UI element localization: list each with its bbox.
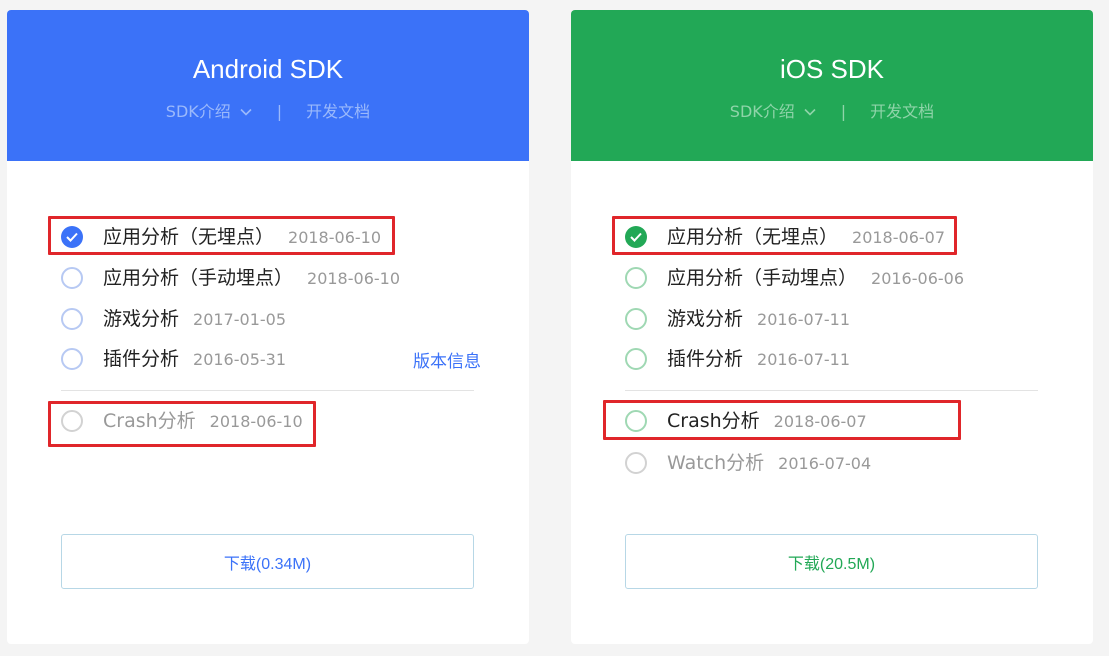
ios-option-crash[interactable]: Crash分析 2018-06-07: [625, 401, 1045, 441]
checkbox[interactable]: [625, 410, 647, 432]
checkbox-disabled[interactable]: [625, 452, 647, 474]
option-date: 2018-06-10: [288, 227, 381, 247]
checkbox[interactable]: [61, 308, 83, 330]
option-label: 插件分析: [103, 348, 180, 370]
option-label: 插件分析: [667, 348, 744, 370]
android-card-nav: SDK介绍 | 开发文档: [7, 100, 529, 124]
option-label: Crash分析: [667, 410, 760, 432]
ios-card-header: iOS SDK SDK介绍 | 开发文档: [571, 10, 1093, 161]
option-date: 2017-01-05: [193, 309, 286, 329]
version-info-link[interactable]: 版本信息: [413, 347, 481, 372]
option-label: Watch分析: [667, 452, 765, 474]
option-date: 2016-07-11: [757, 349, 850, 369]
option-date: 2018-06-07: [852, 227, 945, 247]
checkbox-checked[interactable]: [61, 226, 83, 248]
divider: [625, 390, 1038, 391]
option-label: 游戏分析: [667, 308, 744, 330]
android-download-button[interactable]: 下载(0.34M): [61, 534, 474, 589]
android-card-header: Android SDK SDK介绍 | 开发文档: [7, 10, 529, 161]
option-date: 2016-07-04: [778, 453, 872, 473]
option-label: 游戏分析: [103, 308, 180, 330]
option-date: 2018-06-10: [307, 268, 400, 288]
chevron-down-icon: [804, 108, 816, 116]
chevron-down-icon: [240, 108, 252, 116]
android-sdk-intro-dropdown[interactable]: SDK介绍: [166, 100, 253, 124]
android-option-manual-track[interactable]: 应用分析（手动埋点） 2018-06-10: [61, 258, 481, 298]
ios-option-manual-track[interactable]: 应用分析（手动埋点） 2016-06-06: [625, 258, 1045, 298]
option-date: 2016-07-11: [757, 309, 850, 329]
option-date: 2016-06-06: [871, 268, 964, 288]
android-card-title: Android SDK: [192, 54, 344, 84]
divider: [61, 390, 474, 391]
ios-sdk-intro-label: SDK介绍: [729, 102, 795, 121]
ios-option-game[interactable]: 游戏分析 2016-07-11: [625, 299, 1045, 339]
ios-option-auto-track[interactable]: 应用分析（无埋点） 2018-06-07: [625, 217, 1045, 257]
ios-option-watch[interactable]: Watch分析 2016-07-04: [625, 443, 1045, 483]
nav-separator: |: [840, 102, 847, 121]
checkbox[interactable]: [625, 267, 647, 289]
android-dev-docs-link[interactable]: 开发文档: [306, 100, 370, 124]
option-label: 应用分析（无埋点）: [667, 226, 839, 248]
checkbox[interactable]: [61, 267, 83, 289]
check-icon: [630, 232, 642, 242]
checkbox-checked[interactable]: [625, 226, 647, 248]
android-option-auto-track[interactable]: 应用分析（无埋点） 2018-06-10: [61, 217, 481, 257]
ios-sdk-card: iOS SDK SDK介绍 | 开发文档 应用分析（无埋点） 2018-06-0…: [571, 10, 1093, 644]
option-label: 应用分析（手动埋点）: [667, 267, 858, 289]
ios-download-button[interactable]: 下载(20.5M): [625, 534, 1038, 589]
option-date: 2018-06-07: [773, 411, 867, 431]
option-date: 2016-05-31: [193, 349, 286, 369]
checkbox[interactable]: [61, 348, 83, 370]
android-option-plugin[interactable]: 插件分析 2016-05-31 版本信息: [61, 339, 481, 379]
ios-sdk-intro-dropdown[interactable]: SDK介绍: [730, 100, 817, 124]
checkbox[interactable]: [625, 348, 647, 370]
android-sdk-intro-label: SDK介绍: [165, 102, 231, 121]
ios-option-plugin[interactable]: 插件分析 2016-07-11: [625, 339, 1045, 379]
nav-separator: |: [276, 102, 283, 121]
option-label: 应用分析（手动埋点）: [103, 267, 294, 289]
android-option-game[interactable]: 游戏分析 2017-01-05: [61, 299, 481, 339]
ios-dev-docs-link[interactable]: 开发文档: [870, 100, 934, 124]
ios-card-nav: SDK介绍 | 开发文档: [571, 100, 1093, 124]
option-label: Crash分析: [103, 410, 196, 432]
check-icon: [66, 232, 78, 242]
checkbox[interactable]: [625, 308, 647, 330]
option-label: 应用分析（无埋点）: [103, 226, 275, 248]
android-sdk-card: Android SDK SDK介绍 | 开发文档 应用分析（无埋点） 2018-…: [7, 10, 529, 644]
ios-card-title: iOS SDK: [779, 54, 885, 84]
option-date: 2018-06-10: [209, 411, 303, 431]
checkbox-disabled[interactable]: [61, 410, 83, 432]
android-option-crash[interactable]: Crash分析 2018-06-10: [61, 401, 481, 441]
